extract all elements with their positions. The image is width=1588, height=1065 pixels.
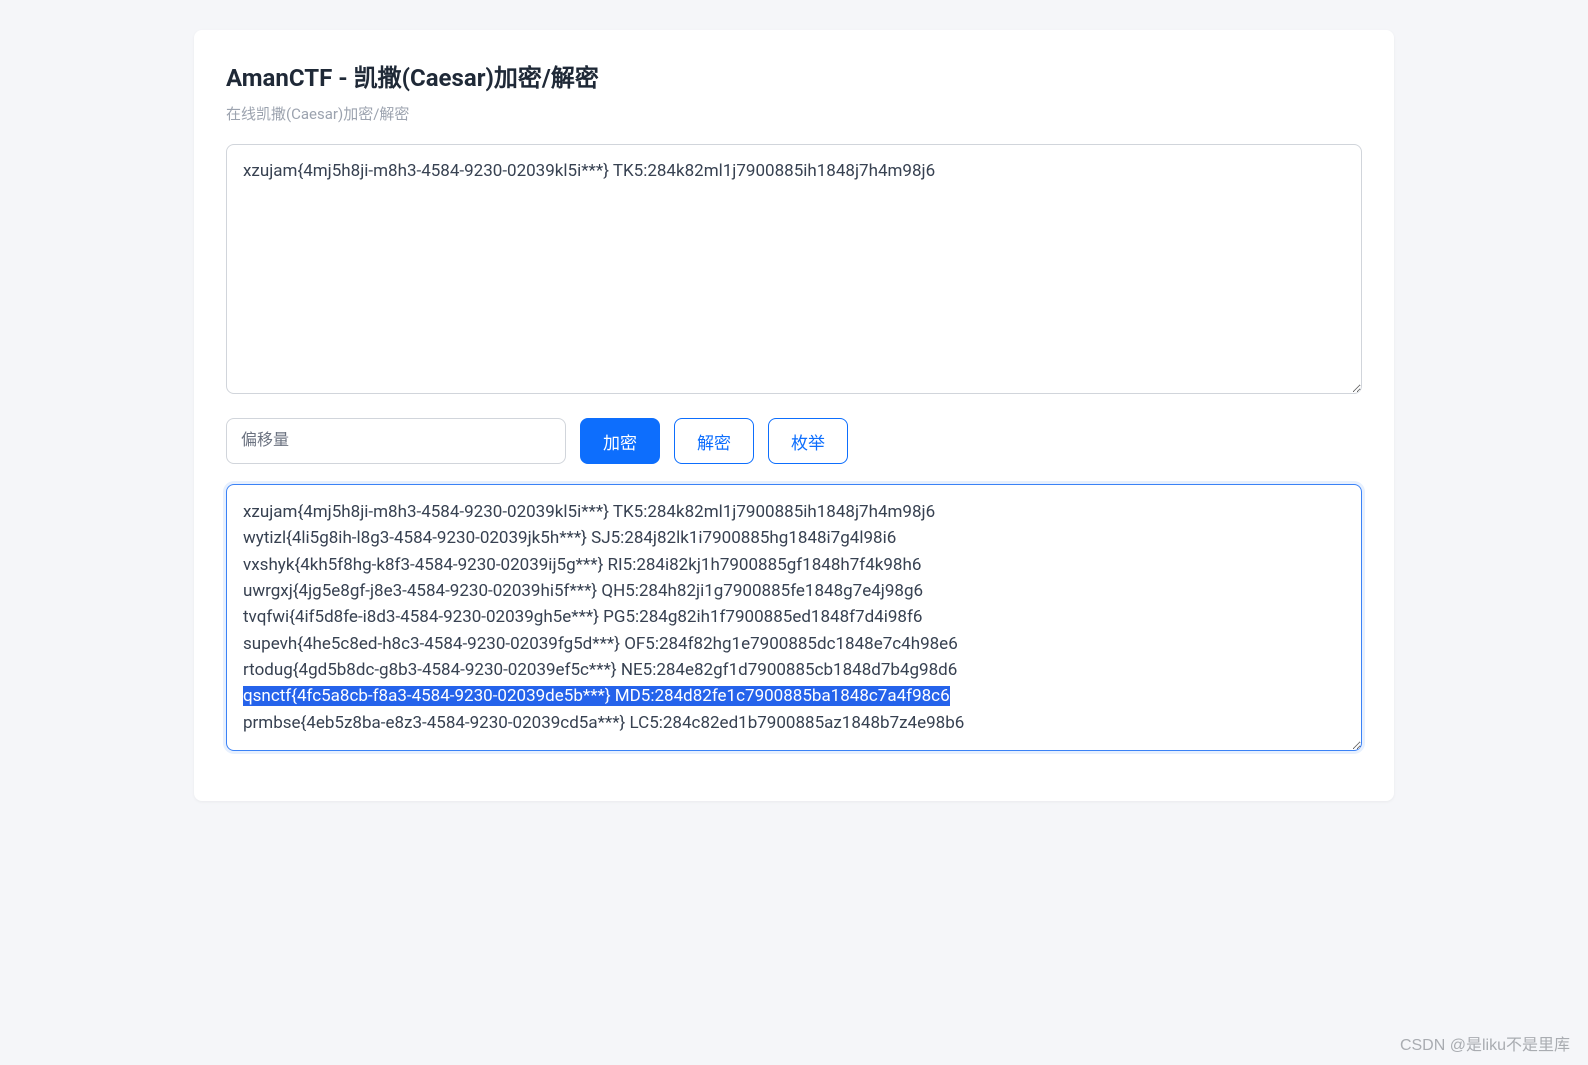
tool-card: AmanCTF - 凯撒(Caesar)加密/解密 在线凯撒(Caesar)加密… xyxy=(194,30,1394,801)
watermark-text: CSDN @是liku不是里库 xyxy=(1400,1031,1570,1055)
decrypt-button[interactable]: 解密 xyxy=(674,418,754,464)
output-line: vxshyk{4kh5f8hg-k8f3-4584-9230-02039ij5g… xyxy=(243,552,1345,578)
output-line: tvqfwi{4if5d8fe-i8d3-4584-9230-02039gh5e… xyxy=(243,604,1345,630)
offset-input[interactable] xyxy=(226,418,566,464)
output-line: qsnctf{4fc5a8cb-f8a3-4584-9230-02039de5b… xyxy=(243,683,1345,709)
output-textarea[interactable]: xzujam{4mj5h8ji-m8h3-4584-9230-02039kl5i… xyxy=(226,484,1362,751)
enumerate-button[interactable]: 枚举 xyxy=(768,418,848,464)
output-line: xzujam{4mj5h8ji-m8h3-4584-9230-02039kl5i… xyxy=(243,499,1345,525)
controls-row: 加密 解密 枚举 xyxy=(226,418,1362,464)
output-line: wytizl{4li5g8ih-l8g3-4584-9230-02039jk5h… xyxy=(243,525,1345,551)
input-textarea[interactable] xyxy=(226,144,1362,394)
page-subtitle: 在线凯撒(Caesar)加密/解密 xyxy=(226,103,1362,124)
highlighted-result: qsnctf{4fc5a8cb-f8a3-4584-9230-02039de5b… xyxy=(243,686,950,706)
output-line: supevh{4he5c8ed-h8c3-4584-9230-02039fg5d… xyxy=(243,631,1345,657)
encrypt-button[interactable]: 加密 xyxy=(580,418,660,464)
page-title: AmanCTF - 凯撒(Caesar)加密/解密 xyxy=(226,58,1362,93)
output-line: prmbse{4eb5z8ba-e8z3-4584-9230-02039cd5a… xyxy=(243,710,1345,736)
output-line: uwrgxj{4jg5e8gf-j8e3-4584-9230-02039hi5f… xyxy=(243,578,1345,604)
output-line: rtodug{4gd5b8dc-g8b3-4584-9230-02039ef5c… xyxy=(243,657,1345,683)
